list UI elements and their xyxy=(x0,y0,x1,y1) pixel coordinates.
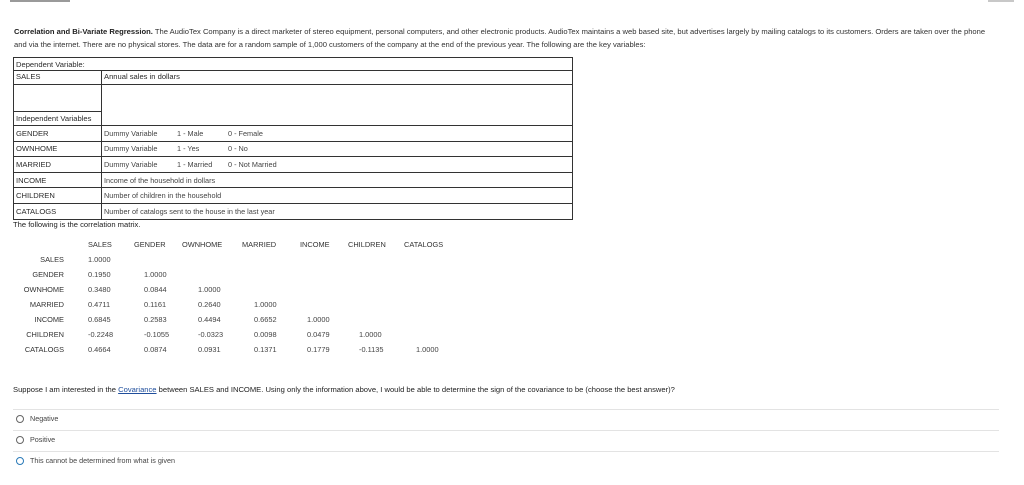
description-part: Income of the household in dollars xyxy=(104,175,216,185)
dependent-description: Annual sales in dollars xyxy=(101,70,573,85)
description-part: Number of catalogs sent to the house in … xyxy=(104,206,275,216)
matrix-cell: -0.2248 xyxy=(88,330,114,339)
variable-name: MARRIED xyxy=(13,156,102,173)
description-part: 0 - Not Married xyxy=(228,159,277,169)
matrix-row-label: CHILDREN xyxy=(26,330,64,339)
matrix-cell: 0.6845 xyxy=(88,315,111,324)
correlation-title: The following is the correlation matrix. xyxy=(13,220,141,229)
variable-row-married: MARRIED Dummy Variable 1 - Married 0 - Not … xyxy=(13,156,573,173)
variable-row-income: INCOME Income of the household in dollars xyxy=(13,171,573,189)
option-label: Positive xyxy=(30,435,56,444)
matrix-row-label: MARRIED xyxy=(29,300,64,309)
variable-row-gender: GENDER Dummy Variable 1 - Male 0 - Female xyxy=(13,125,573,142)
variable-name: OWNHOME xyxy=(13,140,102,158)
matrix-cell: 0.0098 xyxy=(254,330,277,339)
variables-table: Dependent Variable: SALES Annual sales i… xyxy=(13,57,573,220)
divider xyxy=(13,451,999,452)
variable-description: Income of the household in dollars xyxy=(101,171,573,189)
description-part: Dummy Variable xyxy=(104,144,158,154)
radio-icon[interactable] xyxy=(16,414,24,423)
matrix-cell: -0.1055 xyxy=(144,330,170,339)
matrix-row-label: GENDER xyxy=(32,270,64,279)
matrix-cell: 0.2583 xyxy=(144,315,167,324)
description-part: Number of children in the household xyxy=(104,191,222,201)
matrix-cell: 1.0000 xyxy=(416,345,439,354)
matrix-column-header: CATALOGS xyxy=(404,240,444,249)
variable-description: Number of children in the household xyxy=(101,187,573,204)
matrix-cell: 1.0000 xyxy=(198,285,221,294)
matrix-cell: 0.0931 xyxy=(198,345,221,354)
dependent-name: SALES xyxy=(13,70,102,85)
matrix-cell: 0.4664 xyxy=(88,345,111,354)
variable-row-catalogs: CATALOGS Number of catalogs sent to the h… xyxy=(13,202,573,220)
variable-name: CATALOGS xyxy=(13,202,102,220)
matrix-column-header: INCOME xyxy=(300,240,330,249)
matrix-cell: 0.4494 xyxy=(198,315,221,324)
matrix-column-header: CHILDREN xyxy=(348,240,386,249)
question-after: between SALES and INCOME. Using only the… xyxy=(156,385,675,394)
variable-name: INCOME xyxy=(13,171,102,189)
description-part: Dummy Variable xyxy=(104,159,158,169)
matrix-cell: 0.1779 xyxy=(307,345,330,354)
matrix-cell: 0.0844 xyxy=(144,285,167,294)
matrix-row-label: SALES xyxy=(40,255,64,264)
divider xyxy=(13,430,999,431)
matrix-cell: 1.0000 xyxy=(359,330,382,339)
radio-icon[interactable] xyxy=(16,435,24,444)
radio-icon[interactable] xyxy=(16,456,24,465)
description-part: Dummy Variable xyxy=(104,128,158,138)
matrix-column-header: OWNHOME xyxy=(182,240,223,249)
option-label: Negative xyxy=(30,414,59,423)
intro-paragraph: Correlation and Bi-Variate Regression. T… xyxy=(14,26,999,51)
matrix-row-label: INCOME xyxy=(34,315,64,324)
description-part: 1 - Yes xyxy=(177,144,200,154)
divider xyxy=(13,409,999,410)
variable-row-ownhome: OWNHOME Dummy Variable 1 - Yes 0 - No xyxy=(13,140,573,158)
matrix-column-header: MARRIED xyxy=(242,240,277,249)
variable-name: GENDER xyxy=(13,125,102,142)
variable-name: CHILDREN xyxy=(13,187,102,204)
matrix-cell: 1.0000 xyxy=(307,315,330,324)
matrix-cell: -0.1135 xyxy=(359,345,384,354)
matrix-cell: -0.0323 xyxy=(198,330,224,339)
matrix-column-header: GENDER xyxy=(134,240,166,249)
option-positive[interactable]: Positive xyxy=(16,435,55,444)
intro-lead: Correlation and Bi-Variate Regression. xyxy=(14,27,153,36)
description-part: 0 - No xyxy=(228,144,248,154)
matrix-cell: 0.1950 xyxy=(88,270,111,279)
matrix-row-label: CATALOGS xyxy=(24,345,64,354)
matrix-cell: 1.0000 xyxy=(144,270,167,279)
covariance-link[interactable]: Covariance xyxy=(118,385,156,394)
option-label: This cannot be determined from what is g… xyxy=(30,456,176,465)
matrix-cell: 0.2640 xyxy=(198,300,221,309)
matrix-cell: 0.0479 xyxy=(307,330,330,339)
matrix-cell: 0.1161 xyxy=(144,300,167,309)
option-negative[interactable]: Negative xyxy=(16,414,58,423)
matrix-cell: 1.0000 xyxy=(254,300,277,309)
matrix-cell: 0.0874 xyxy=(144,345,167,354)
matrix-cell: 0.1371 xyxy=(254,345,277,354)
top-decoration xyxy=(0,0,1024,4)
dependent-heading: Dependent Variable: xyxy=(13,57,573,71)
matrix-row-label: OWNHOME xyxy=(23,285,64,294)
matrix-column-header: SALES xyxy=(88,240,112,249)
question-before: Suppose I am interested in the xyxy=(13,385,119,394)
variable-row-children: CHILDREN Number of children in the househ… xyxy=(13,187,573,204)
description-part: 1 - Married xyxy=(177,159,213,169)
matrix-cell: 0.3480 xyxy=(88,285,111,294)
independent-heading: Independent Variables xyxy=(13,111,102,126)
matrix-cell: 1.0000 xyxy=(88,255,111,264)
variable-description: Dummy Variable 1 - Male 0 - Female xyxy=(101,125,573,142)
option-undetermined[interactable]: This cannot be determined from what is g… xyxy=(16,456,175,465)
description-part: 1 - Male xyxy=(177,128,204,138)
variable-description: Dummy Variable 1 - Yes 0 - No xyxy=(101,140,573,158)
intro-body: The AudioTex Company is a direct markete… xyxy=(14,27,986,49)
variable-description: Number of catalogs sent to the house in … xyxy=(101,202,573,220)
description-part: 0 - Female xyxy=(228,128,263,138)
matrix-cell: 0.4711 xyxy=(88,300,111,309)
matrix-cell: 0.6652 xyxy=(254,315,277,324)
variable-description: Dummy Variable 1 - Married 0 - Not Married xyxy=(101,156,573,173)
question-text: Suppose I am interested in the Covarianc… xyxy=(13,385,675,394)
